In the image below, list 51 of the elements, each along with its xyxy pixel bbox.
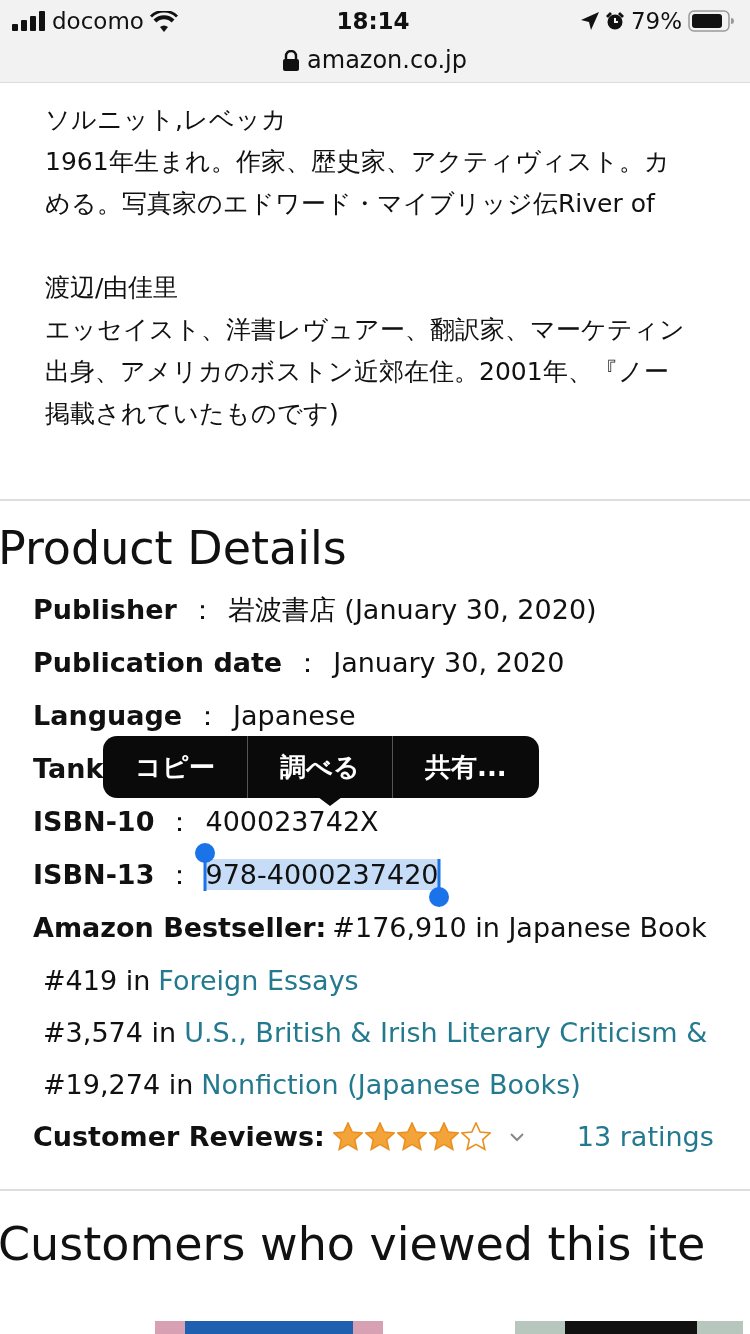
ratings-link[interactable]: 13 ratings xyxy=(576,1121,714,1152)
rank-number: #419 in xyxy=(43,964,151,996)
filled-star-icon xyxy=(396,1122,427,1151)
author-bio-line: 掲載されていたものです) xyxy=(45,398,340,430)
detail-colon: ： xyxy=(166,857,194,892)
detail-value: 400023742X xyxy=(205,806,379,837)
author-bio-line: エッセイスト、洋書レヴュアー、翻訳家、マーケティン xyxy=(45,314,686,346)
wifi-icon xyxy=(149,10,178,32)
detail-label: ISBN-13 xyxy=(33,859,155,890)
author-bio-line: 出身、アメリカのボストン近郊在住。2001年、『ノー xyxy=(45,356,670,388)
menu-item[interactable]: 共有... xyxy=(392,736,539,798)
detail-value: January 30, 2020 xyxy=(333,647,565,678)
rank-number: #3,574 in xyxy=(43,1016,177,1048)
detail-colon: ： xyxy=(194,698,222,733)
alarm-clock-icon xyxy=(604,11,625,31)
section-heading: Customers who viewed this ite xyxy=(0,1217,707,1271)
detail-label: Customer Reviews: xyxy=(33,1121,325,1152)
detail-value: #176,910 in Japanese Book xyxy=(332,912,707,943)
detail-label: Publisher xyxy=(33,594,177,625)
detail-label: Tank xyxy=(33,753,104,784)
clock-time: 18:14 xyxy=(336,8,410,34)
author-bio-line: める。写真家のエドワード・マイブリッジ伝River of xyxy=(45,188,657,220)
detail-value: 岩波書店 (January 30, 2020) xyxy=(227,592,597,627)
category-link[interactable]: Foreign Essays xyxy=(158,964,359,996)
detail-colon: ： xyxy=(294,645,322,680)
detail-label: Amazon Bestseller: xyxy=(33,912,327,943)
battery-icon xyxy=(688,10,734,32)
chevron-down-icon[interactable] xyxy=(508,1131,525,1142)
author-name: ソルニット,レベッカ xyxy=(45,104,288,136)
author-name: 渡辺/由佳里 xyxy=(45,272,180,304)
detail-colon: ： xyxy=(166,804,194,839)
location-arrow-icon xyxy=(580,12,599,30)
filled-star-icon xyxy=(364,1122,395,1151)
detail-value: Japanese xyxy=(233,700,356,731)
filled-star-icon xyxy=(332,1122,363,1151)
author-bio-line: 1961年生まれ。作家、歴史家、アクティヴィスト。カ xyxy=(45,146,671,178)
battery-percent: 79% xyxy=(630,8,682,34)
rank-number: #19,274 in xyxy=(43,1068,194,1100)
signal-icon xyxy=(12,11,46,31)
category-link[interactable]: U.S., British & Irish Literary Criticism & xyxy=(184,1016,708,1048)
carrier-name: docomo xyxy=(52,8,144,34)
lock-icon xyxy=(283,49,300,71)
detail-label: ISBN-10 xyxy=(33,806,155,837)
address-url[interactable]: amazon.co.jp xyxy=(307,46,467,74)
menu-item[interactable]: コピー xyxy=(103,736,247,798)
detail-label: Publication date xyxy=(33,647,283,678)
detail-label: Language xyxy=(33,700,183,731)
filled-star-icon xyxy=(428,1122,459,1151)
category-link[interactable]: Nonfiction (Japanese Books) xyxy=(201,1068,581,1100)
detail-colon: ： xyxy=(188,592,216,627)
section-heading: Product Details xyxy=(0,521,348,575)
